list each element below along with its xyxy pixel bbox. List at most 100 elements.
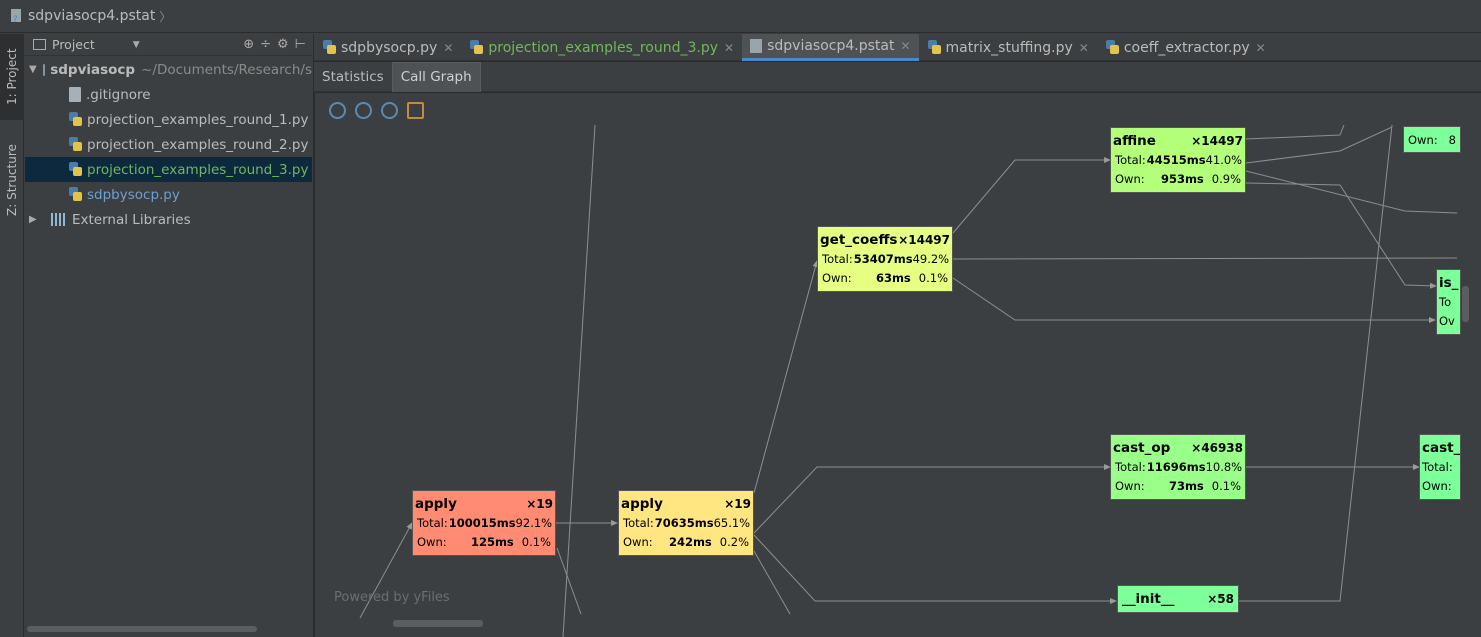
breadcrumb: ? sdpviasocp4.pstat 〉 [0,0,1481,33]
tab-project-tool[interactable]: 1: Project [0,34,24,120]
node-cast-op[interactable]: cast_op ×46938 Total: 11696ms 10.8% Own: 73m… [1110,434,1246,500]
node-own: 63ms [875,270,911,285]
chevron-down-icon[interactable]: ▼ [133,40,140,50]
hide-panel-icon[interactable]: ⊢ [295,37,306,52]
close-icon[interactable]: ✕ [724,41,734,55]
node-total: 11696ms [1146,459,1206,474]
tree-item-sdpbysocp[interactable]: sdpbysocp.py [25,182,312,207]
tab-label: matrix_stuffing.py [945,39,1073,56]
edge-line [753,534,1117,604]
edge-line [556,547,582,615]
tab-structure-label: Z: Structure [5,144,19,216]
close-icon[interactable]: ✕ [1079,41,1089,55]
own-label: Own: [822,270,852,285]
node-get-coeffs[interactable]: get_coeffs ×14497 Total: 53407ms 49.2% Own:… [817,226,953,292]
tab-statistics[interactable]: Statistics [314,62,392,92]
node-count: ×58 [1207,591,1234,606]
graph-horizontal-scrollbar[interactable] [393,620,483,627]
edge-line [1239,124,1393,602]
tree-external-libraries[interactable]: ▶ External Libraries [25,207,312,232]
tab-projection-round-3[interactable]: projection_examples_round_3.py ✕ [461,34,742,61]
tree-item-gitignore[interactable]: .gitignore [25,82,312,107]
node-count: ×19 [724,496,751,511]
close-icon[interactable]: ✕ [1256,41,1266,55]
root-folder-name: sdpviasocp [50,61,136,78]
zoom-in-icon[interactable] [329,102,346,119]
tab-matrix-stuffing[interactable]: matrix_stuffing.py ✕ [919,34,1097,61]
edge-line [952,157,1111,234]
tab-sdpbysocp[interactable]: sdpbysocp.py ✕ [314,34,461,61]
edge-line [1245,124,1345,140]
python-file-icon [68,187,83,202]
node-name: affine [1113,132,1156,149]
node-total-pct: 92.1% [515,515,553,530]
node-count: ×46938 [1191,440,1243,455]
node-cast-partial[interactable]: cast_ Total: Own: [1419,434,1461,500]
graph-vertical-scrollbar[interactable] [1462,286,1469,322]
profile-file-icon: ? [10,8,24,25]
node-init[interactable]: __init__ ×58 [1117,585,1239,613]
node-own-pct: 0.2% [719,534,749,549]
node-own-partial[interactable]: Own: 8 [1403,126,1461,153]
total-label: Total: [1115,459,1146,474]
node-own-pct: 0.1% [918,270,948,285]
tree-item-round-3[interactable]: projection_examples_round_3.py [25,157,312,182]
own-label: Own: [1408,132,1438,147]
node-apply-root[interactable]: apply ×19 Total: 100015ms 92.1% Own: 125ms 0.… [412,490,556,556]
node-is-partial[interactable]: is_ To Ov [1436,269,1461,335]
expand-triangle-icon[interactable]: ▶ [29,214,39,225]
node-own: 242ms [668,534,712,549]
node-own: 953ms [1160,171,1204,186]
node-total-pct: 65.1% [713,515,751,530]
node-apply-child[interactable]: apply ×19 Total: 70635ms 65.1% Own: 242ms 0.2… [618,490,754,556]
node-total-clipped: To [1439,294,1452,309]
breadcrumb-file[interactable]: sdpviasocp4.pstat [28,8,155,24]
python-file-icon [469,40,484,55]
node-own-pct: 0.1% [521,534,551,549]
tree-item-round-2[interactable]: projection_examples_round_2.py [25,132,312,157]
node-name: cast_ [1422,439,1461,456]
node-total-clipped: Total: [1422,459,1453,474]
tree-item-round-1[interactable]: projection_examples_round_1.py [25,107,312,132]
project-view-selector[interactable]: Project [52,37,95,52]
node-affine[interactable]: affine ×14497 Total: 44515ms 41.0% Own: 953m… [1110,127,1246,193]
tree-item-label: projection_examples_round_1.py [87,111,309,128]
actual-size-icon[interactable] [381,102,398,119]
total-label: Total: [417,515,448,530]
locate-icon[interactable]: ⊕ [243,37,254,52]
own-label: Own: [623,534,653,549]
root-folder-path: ~/Documents/Research/s [141,61,312,78]
tab-coeff-extractor[interactable]: coeff_extractor.py ✕ [1097,34,1274,61]
node-own-pct: 0.1% [1211,478,1241,493]
expand-triangle-icon[interactable]: ▼ [29,64,37,75]
collapse-all-icon[interactable]: ÷ [260,37,271,52]
tab-call-graph[interactable]: Call Graph [391,61,481,92]
tab-sdpviasocp4-pstat[interactable]: sdpviasocp4.pstat ✕ [742,34,919,61]
zoom-out-icon[interactable] [355,102,372,119]
profiler-view-tabs: Statistics Call Graph [314,61,1481,92]
project-panel: Project ▼ ⊕ ÷ ⚙ ⊢ ▼ sdpviasocp ~/Documen… [25,34,312,637]
close-icon[interactable]: ✕ [443,41,453,55]
project-view-icon [33,39,46,50]
tree-item-label: .gitignore [86,86,151,103]
call-graph-canvas[interactable]: apply ×19 Total: 100015ms 92.1% Own: 125ms 0.… [315,93,1481,637]
text-file-icon [69,87,81,102]
tab-project-label: 1: Project [5,48,19,106]
node-name: apply [415,495,457,512]
edge-line [753,550,791,615]
gear-icon[interactable]: ⚙ [277,37,289,52]
node-count: ×14497 [1191,133,1243,148]
own-label: Own: [1115,171,1145,186]
folder-icon [42,63,46,76]
horizontal-scrollbar[interactable] [27,626,257,632]
python-file-icon [68,112,83,127]
close-icon[interactable]: ✕ [900,39,910,53]
export-image-icon[interactable] [407,102,424,119]
python-file-icon [322,40,337,55]
tab-structure-tool[interactable]: Z: Structure [0,134,24,226]
tree-root-folder[interactable]: ▼ sdpviasocp ~/Documents/Research/s [25,57,312,82]
edge-line [1245,170,1458,214]
chevron-right-icon: 〉 [159,9,172,24]
edge-line [952,257,1458,260]
node-name: cast_op [1113,439,1171,456]
